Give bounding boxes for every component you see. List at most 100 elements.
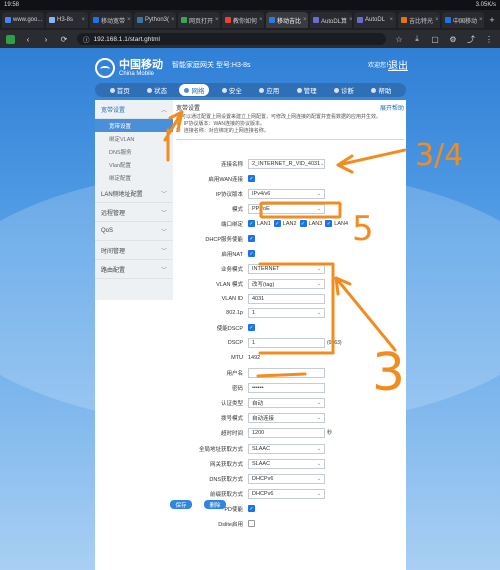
reload-icon[interactable]: ⟳ [59, 35, 69, 44]
settings-icon[interactable]: ⚙ [448, 35, 458, 44]
pd-checkbox[interactable]: ✓ [248, 505, 255, 512]
port-option[interactable]: ✓ LAN1 [248, 220, 271, 227]
delete-button[interactable]: 删除 [204, 500, 226, 509]
sidebar-item[interactable]: Vlan配置 [95, 158, 173, 171]
sidebar-group[interactable]: 路由配置 ﹀ [95, 260, 173, 279]
nav-tab[interactable]: 首页 [105, 84, 135, 96]
port-option[interactable]: ✓ LAN2 [273, 220, 297, 227]
auth-type-select[interactable]: 自动 ⌄ [248, 397, 325, 408]
nat-checkbox[interactable]: ✓ [248, 250, 255, 257]
close-tab-icon[interactable]: × [389, 17, 393, 23]
chevron-up-icon: ︿ [160, 107, 167, 114]
vlan-id-field[interactable]: 4031 [248, 293, 325, 304]
sidebar-item[interactable]: 绑定VLAN [95, 132, 173, 145]
close-tab-icon[interactable]: × [349, 17, 352, 23]
browser-tab[interactable]: 移动宽带 × [90, 12, 132, 28]
sidebar-group[interactable]: QoS ﹀ [95, 222, 173, 241]
dhcp-server-checkbox[interactable]: ✓ [248, 235, 255, 242]
close-tab-icon[interactable]: × [215, 17, 219, 23]
tab-label: AutoDL [365, 17, 386, 23]
form-row-enable-wan: 启用WAN连接 ✓ [176, 173, 404, 184]
nav-tab[interactable]: 安全 [217, 84, 247, 96]
form-row-mtu: MTU 1492 [176, 352, 404, 363]
share-icon[interactable]: ⤴ [466, 34, 476, 45]
close-tab-icon[interactable]: × [171, 17, 175, 23]
port-checkbox[interactable]: ✓ [248, 220, 255, 227]
port-checkbox[interactable]: ✓ [325, 220, 333, 227]
nav-tab[interactable]: 管理 [292, 84, 322, 96]
address-bar: ‹ › ⟳ ⓘ 192.168.1.1/start.ghtml ☆ ⤓ ▢ ⚙ … [0, 30, 500, 48]
nav-tab[interactable]: 诊断 [329, 84, 359, 96]
connection-name-select[interactable]: 2_INTERNET_R_VID_4031 ⌄ [248, 158, 325, 169]
dscp-enable-checkbox[interactable]: ✓ [248, 324, 255, 331]
nav-tab[interactable]: 帮助 [366, 84, 396, 96]
nav-tab[interactable]: 状态 [142, 84, 172, 96]
browser-tab[interactable]: AutoDL算 × [310, 12, 352, 28]
favicon-icon [357, 17, 363, 23]
favicon-icon [93, 17, 99, 23]
sidebar-group[interactable]: 宽带设置 ︿ [95, 100, 173, 119]
close-tab-icon[interactable]: × [479, 17, 483, 23]
shield-icon[interactable] [6, 34, 15, 44]
gateway-mode-select[interactable]: SLAAC ⌄ [248, 458, 325, 469]
chevron-down-icon: ⌄ [316, 475, 321, 482]
select-value: DHCPv6 [252, 490, 274, 497]
close-tab-icon[interactable]: × [303, 17, 307, 23]
menu-icon[interactable]: ⋮ [484, 35, 494, 44]
logout-link[interactable]: 退出 [388, 57, 408, 72]
sidebar-item[interactable]: 绑定配置 [95, 171, 173, 184]
enable-wan-checkbox[interactable]: ✓ [248, 175, 255, 182]
browser-tab[interactable]: 吉比特光 × [398, 12, 440, 28]
service-mode-select[interactable]: INTERNET ⌄ [248, 263, 325, 274]
sidebar-group-label: 时间管理 [101, 248, 126, 255]
sidebar-group[interactable]: 时间管理 ﹀ [95, 241, 173, 260]
sidebar-item[interactable]: DNS服务 [95, 145, 173, 158]
forward-icon[interactable]: › [41, 35, 51, 44]
timeout-field[interactable]: 1200 [248, 427, 325, 438]
vlan-mode-select[interactable]: 改写(tag) ⌄ [248, 278, 325, 289]
port-option[interactable]: ✓ LAN3 [299, 220, 322, 227]
dns-mode-select[interactable]: DHCPv6 ⌄ [248, 473, 325, 484]
new-tab-icon[interactable]: + [486, 15, 498, 25]
browser-tab[interactable]: Python3(× [134, 12, 176, 28]
tab-label: H3-8s [57, 17, 74, 23]
tabs-icon[interactable]: ▢ [430, 35, 440, 44]
download-icon[interactable]: ⤓ [412, 34, 422, 44]
password-field[interactable]: •••••• [248, 382, 325, 393]
port-checkbox[interactable]: ✓ [273, 220, 281, 227]
port-option[interactable]: ✓ LAN4 [325, 220, 348, 227]
sidebar-item[interactable]: 宽带设置 [95, 119, 173, 132]
mode-select[interactable]: PPPoE ⌄ [248, 203, 325, 214]
ip-version-select[interactable]: IPv4/v6 ⌄ [248, 188, 325, 199]
dial-mode-select[interactable]: 自动连接 ⌄ [248, 412, 325, 423]
browser-tab[interactable]: 移动吉比 × [266, 12, 308, 28]
dslite-checkbox[interactable] [248, 520, 255, 527]
browser-tab[interactable]: www.goo...× [2, 12, 44, 28]
field-label: 模式 [231, 206, 243, 213]
prefix-mode-select[interactable]: DHCPv6 ⌄ [248, 488, 325, 499]
dscp-field[interactable]: 1 [248, 337, 325, 348]
close-tab-icon[interactable]: × [127, 17, 131, 23]
back-icon[interactable]: ‹ [23, 35, 33, 44]
global-addr-select[interactable]: SLAAC ⌄ [248, 443, 325, 454]
browser-tab[interactable]: 教你如何 × [222, 12, 264, 28]
close-tab-icon[interactable]: × [435, 17, 439, 23]
port-checkbox[interactable]: ✓ [299, 220, 307, 227]
sidebar-group-label: QoS [101, 228, 114, 234]
field-label: 拨号模式 [220, 415, 243, 422]
username-field[interactable] [248, 367, 325, 378]
browser-tab[interactable]: 中国移动 × [442, 12, 484, 28]
browser-tab[interactable]: H3-8s × [46, 12, 88, 28]
close-tab-icon[interactable]: × [81, 17, 85, 23]
close-tab-icon[interactable]: × [259, 17, 263, 23]
p8021-select[interactable]: 1 ⌄ [248, 307, 325, 318]
url-field[interactable]: ⓘ 192.168.1.1/start.ghtml [77, 33, 386, 45]
browser-tab[interactable]: 网页打开 × [178, 12, 220, 28]
nav-tab[interactable]: 网络 [179, 84, 210, 96]
sidebar-group[interactable]: 远程管理 ﹀ [95, 203, 173, 222]
save-button[interactable]: 保存 [170, 500, 192, 509]
star-icon[interactable]: ☆ [394, 35, 404, 44]
nav-tab[interactable]: 应用 [254, 84, 284, 96]
sidebar-group[interactable]: LAN侧地址配置 ﹀ [95, 184, 173, 203]
browser-tab[interactable]: AutoDL × [354, 12, 396, 28]
